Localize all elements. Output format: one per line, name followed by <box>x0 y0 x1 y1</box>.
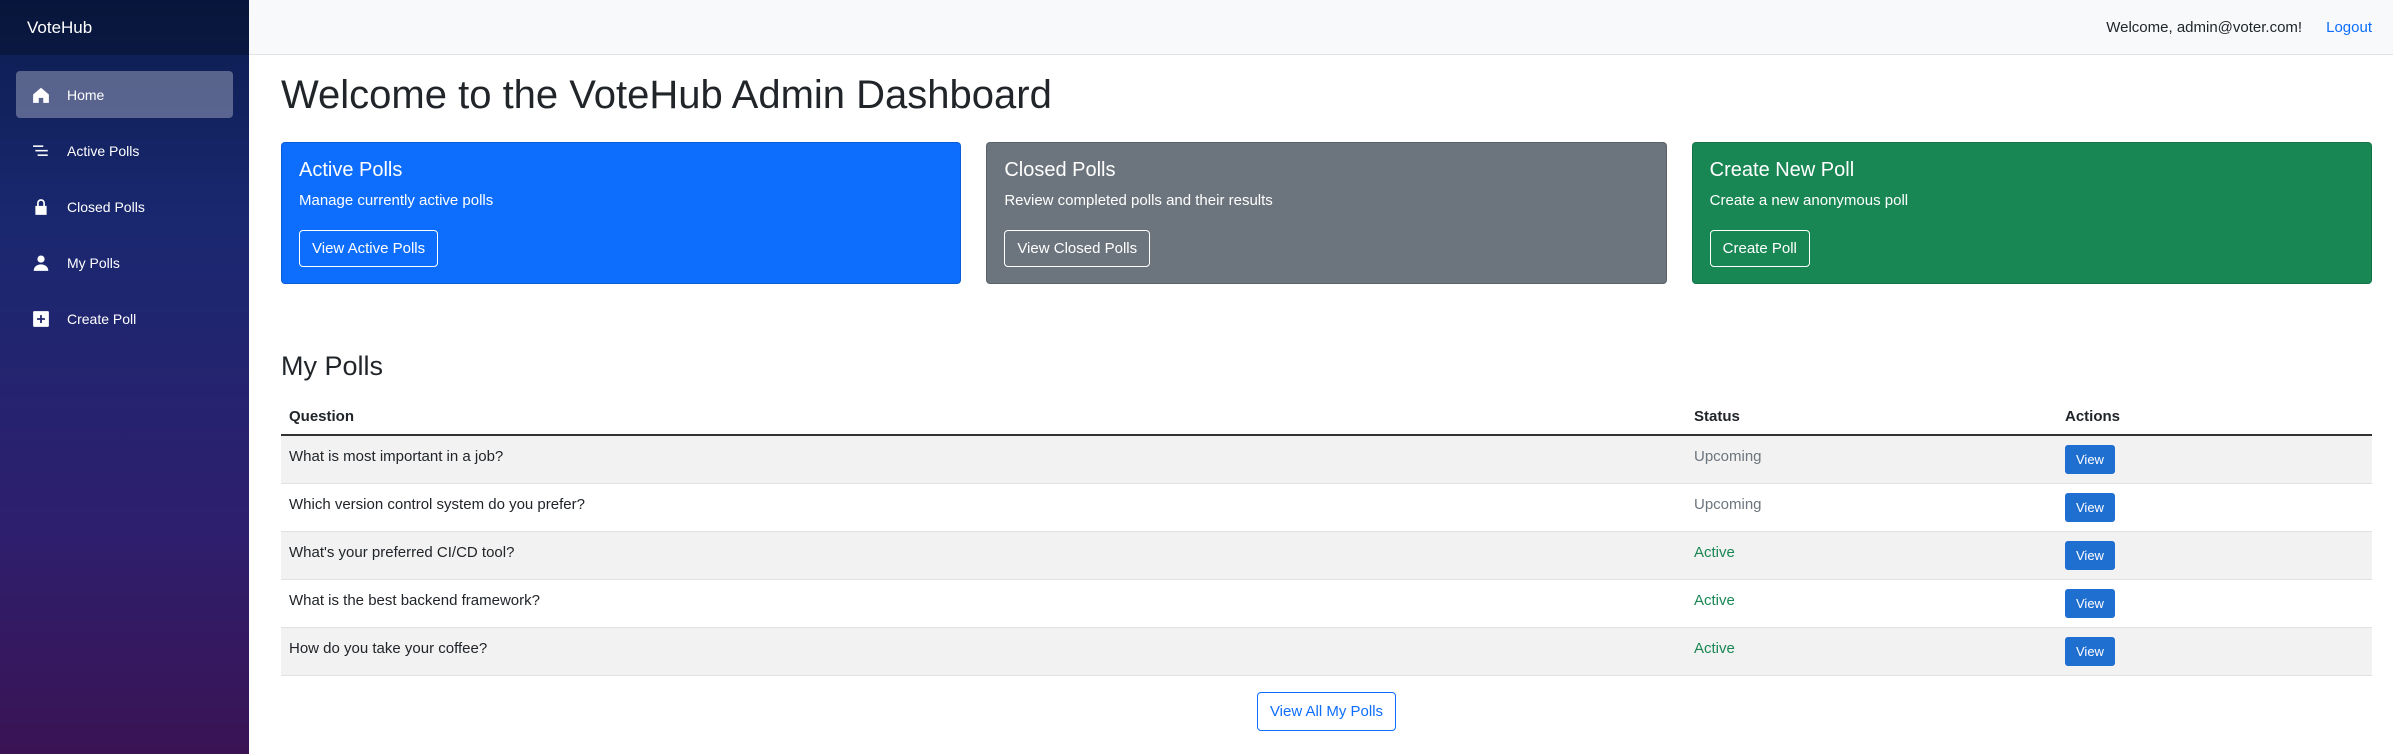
status-badge: Active <box>1694 543 1735 561</box>
poll-question: Which version control system do you pref… <box>289 495 585 513</box>
my-polls-table: Question Status Actions What is most imp… <box>281 395 2372 676</box>
brand-logo[interactable]: VoteHub <box>0 0 249 55</box>
status-badge: Upcoming <box>1694 447 1762 465</box>
sidebar-item-create-poll[interactable]: Create Poll <box>16 295 233 342</box>
content: Welcome to the VoteHub Admin Dashboard A… <box>249 55 2393 731</box>
view-closed-polls-button[interactable]: View Closed Polls <box>1004 230 1151 267</box>
sidebar-item-my-polls[interactable]: My Polls <box>16 239 233 286</box>
table-row: What is most important in a job? Upcomin… <box>281 435 2372 484</box>
view-all-my-polls-button[interactable]: View All My Polls <box>1256 691 1397 731</box>
column-header-actions: Actions <box>2057 395 2372 436</box>
sidebar-item-label: Create Poll <box>67 310 137 327</box>
table-row: Which version control system do you pref… <box>281 483 2372 532</box>
table-row: What is the best backend framework? Acti… <box>281 579 2372 628</box>
card-title: Active Polls <box>299 159 403 181</box>
list-icon <box>32 142 50 160</box>
card-active-polls: Active Polls Manage currently active pol… <box>281 142 962 284</box>
table-row: What's your preferred CI/CD tool? Active… <box>281 531 2372 580</box>
my-polls-title: My Polls <box>281 351 384 381</box>
sidebar-item-closed-polls[interactable]: Closed Polls <box>16 183 233 230</box>
sidebar-item-label: Active Polls <box>67 142 140 159</box>
status-badge: Active <box>1694 639 1735 657</box>
view-button[interactable]: View <box>2065 636 2115 666</box>
plus-square-icon <box>32 310 50 328</box>
person-icon <box>32 254 50 272</box>
card-text: Create a new anonymous poll <box>1709 192 1909 209</box>
summary-cards: Active Polls Manage currently active pol… <box>281 142 2372 284</box>
status-badge: Active <box>1694 591 1735 609</box>
main-area: Welcome, admin@voter.com! Logout Welcome… <box>249 0 2393 754</box>
lock-icon <box>32 198 50 216</box>
view-button[interactable]: View <box>2065 492 2115 522</box>
logout-link[interactable]: Logout <box>2326 19 2372 36</box>
sidebar-item-label: Closed Polls <box>67 198 145 215</box>
table-row: How do you take your coffee? Active View <box>281 627 2372 676</box>
view-button[interactable]: View <box>2065 588 2115 618</box>
welcome-text: Welcome, admin@voter.com! <box>2106 18 2303 36</box>
status-badge: Upcoming <box>1694 495 1762 513</box>
column-header-status: Status <box>1686 395 2057 436</box>
create-poll-button[interactable]: Create Poll <box>1709 230 1810 267</box>
topbar: Welcome, admin@voter.com! Logout <box>249 0 2393 55</box>
sidebar-item-label: Home <box>67 86 105 103</box>
sidebar: VoteHub Home Active Polls Closed Polls M… <box>0 0 249 754</box>
view-all-wrapper: View All My Polls <box>281 691 2372 731</box>
poll-question: How do you take your coffee? <box>289 639 488 657</box>
view-active-polls-button[interactable]: View Active Polls <box>299 230 439 267</box>
page-title: Welcome to the VoteHub Admin Dashboard <box>281 73 1052 117</box>
card-text: Review completed polls and their results <box>1004 192 1273 209</box>
view-button[interactable]: View <box>2065 444 2115 474</box>
home-icon <box>32 86 50 104</box>
poll-question: What is most important in a job? <box>289 447 504 465</box>
app: VoteHub Home Active Polls Closed Polls M… <box>0 0 2393 754</box>
card-title: Create New Poll <box>1709 159 1855 181</box>
card-title: Closed Polls <box>1004 159 1116 181</box>
card-closed-polls: Closed Polls Review completed polls and … <box>986 142 1667 284</box>
poll-question: What's your preferred CI/CD tool? <box>289 543 515 561</box>
column-header-question: Question <box>281 395 1686 436</box>
table-header-row: Question Status Actions <box>281 395 2372 436</box>
sidebar-nav: Home Active Polls Closed Polls My Polls <box>0 55 249 342</box>
card-text: Manage currently active polls <box>299 192 494 209</box>
sidebar-item-active-polls[interactable]: Active Polls <box>16 127 233 174</box>
sidebar-item-home[interactable]: Home <box>16 71 233 118</box>
card-create-poll: Create New Poll Create a new anonymous p… <box>1691 142 2372 284</box>
poll-question: What is the best backend framework? <box>289 591 540 609</box>
sidebar-item-label: My Polls <box>67 254 120 271</box>
view-button[interactable]: View <box>2065 540 2115 570</box>
